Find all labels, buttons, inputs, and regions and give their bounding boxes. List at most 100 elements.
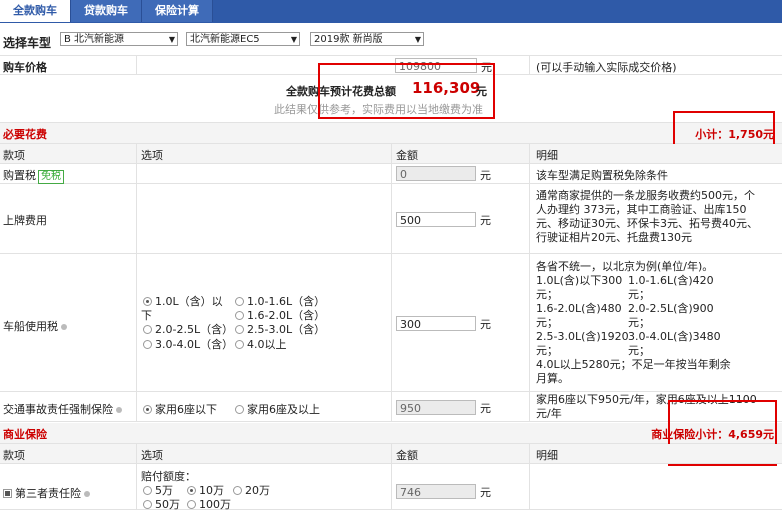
radio-icon <box>143 485 152 495</box>
radio-label: 50万 <box>155 498 180 511</box>
third-party-label: 第三者责任险 <box>15 487 81 500</box>
purchase-tax-input[interactable]: 0 <box>396 166 476 181</box>
purchase-tax-unit: 元 <box>480 169 491 182</box>
col-header-detail: 明细 <box>530 144 782 164</box>
price-label-cell: 购车价格 <box>0 55 137 75</box>
help-icon[interactable] <box>61 324 67 330</box>
third-party-input[interactable]: 746 <box>396 484 476 499</box>
plate-detail-line: 通常商家提供的一条龙服务收费约500元，个 <box>536 189 755 202</box>
purchase-tax-amount-cell: 0 元 <box>392 164 530 184</box>
radio-label: 3.0-4.0L（含） <box>155 338 234 351</box>
commercial-title: 商业保险 <box>3 428 47 441</box>
radio-label: 2.0-2.5L（含） <box>155 323 234 336</box>
vessel-tax-input[interactable]: 300 <box>396 316 476 331</box>
price-note: (可以手动输入实际成交价格) <box>536 61 677 74</box>
radio-label: 1.0L（含）以 <box>155 295 223 308</box>
plate-amount-cell: 500 元 <box>392 184 530 254</box>
third-party-label-cell: 第三者责任险 <box>0 464 137 510</box>
third-party-option-cell: 赔付额度： 5万 10万 20万 50万 100万 <box>137 464 392 511</box>
purchase-tax-detail-cell: 该车型满足购置税免除条件 <box>530 164 782 184</box>
col-header-amount-label: 金额 <box>396 149 418 162</box>
compulsory-input[interactable]: 950 <box>396 400 476 415</box>
brand-select[interactable]: B 北汽新能源 ▼ <box>60 32 178 46</box>
radio-option[interactable]: 5万 <box>143 484 173 498</box>
series-select-value: 北汽新能源EC5 <box>190 34 260 45</box>
col-header-option-label: 选项 <box>141 449 163 462</box>
compulsory-option-cell: 家用6座以下 家用6座及以上 <box>137 392 392 422</box>
third-party-amount-cell: 746 元 <box>392 464 530 510</box>
radio-selected-icon <box>143 296 152 306</box>
col-header-detail-label: 明细 <box>536 449 558 462</box>
radio-option[interactable]: 1.0L（含）以 <box>143 295 223 309</box>
vessel-tax-unit: 元 <box>480 318 491 331</box>
model-select-value: 2019款 新尚版 <box>314 34 383 45</box>
vessel-tax-detail-line: 元； <box>628 344 650 357</box>
vessel-tax-detail-line: 3.0-4.0L(含)3480 <box>628 330 721 343</box>
required-section-header: 必要花费 小计：1,750元 <box>0 123 782 144</box>
vessel-tax-detail-line: 元； <box>536 288 558 301</box>
plate-label-cell: 上牌费用 <box>0 184 137 254</box>
help-icon[interactable] <box>84 491 90 497</box>
col-header-item: 款项 <box>0 144 137 164</box>
col-header-item-label: 款项 <box>3 149 25 162</box>
radio-label: 10万 <box>199 484 224 497</box>
required-title: 必要花费 <box>3 128 47 141</box>
radio-option[interactable]: 20万 <box>233 484 270 498</box>
chevron-down-icon: ▼ <box>168 35 175 44</box>
brand-select-value: B 北汽新能源 <box>64 34 125 45</box>
model-select[interactable]: 2019款 新尚版 ▼ <box>310 32 424 46</box>
radio-option[interactable]: 1.6-2.0L（含） <box>235 309 325 323</box>
third-party-detail-cell <box>530 464 782 510</box>
radio-label: 家用6座以下 <box>155 403 217 416</box>
radio-label: 4.0以上 <box>247 338 287 351</box>
plate-detail-cell: 通常商家提供的一条龙服务收费约500元，个 人办理约 373元，其中工商验证、出… <box>530 184 782 254</box>
plate-fee-input[interactable]: 500 <box>396 212 476 227</box>
plate-option-cell <box>137 184 392 254</box>
radio-option[interactable]: 10万 <box>187 484 224 498</box>
tab-loan[interactable]: 贷款购车 <box>71 0 142 22</box>
vessel-tax-amount-cell: 300 元 <box>392 254 530 392</box>
compulsory-unit: 元 <box>480 402 491 415</box>
plate-detail-line: 人办理约 373元，其中工商验证、出库150 <box>536 203 747 216</box>
radio-option[interactable]: 家用6座及以上 <box>235 401 320 417</box>
limit-label: 赔付额度： <box>141 470 196 483</box>
vessel-tax-option-cell: 1.0L（含）以 下 1.0-1.6L（含） 1.6-2.0L（含） 2.0-2… <box>137 254 392 392</box>
vessel-tax-detail-line: 4.0L以上5280元；不足一年按当年剩余 <box>536 358 731 371</box>
chevron-down-icon: ▼ <box>414 35 421 44</box>
compulsory-label-cell: 交通事故责任强制保险 <box>0 392 137 422</box>
radio-option[interactable]: 家用6座以下 <box>143 401 217 417</box>
radio-option[interactable]: 2.5-3.0L（含） <box>235 323 325 337</box>
vessel-tax-label: 车船使用税 <box>3 320 58 333</box>
purchase-tax-label: 购置税 <box>3 169 36 182</box>
plate-detail-line: 元、移动证30元、环保卡3元、拓号费40元、 <box>536 217 758 230</box>
compulsory-amount-cell: 950 元 <box>392 392 530 422</box>
tab-full-payment[interactable]: 全款购车 <box>0 0 71 22</box>
radio-icon <box>233 485 242 495</box>
col-header-detail-label: 明细 <box>536 149 558 162</box>
col-header-option-label: 选项 <box>141 149 163 162</box>
radio-label: 2.5-3.0L（含） <box>247 323 326 336</box>
plate-detail-line: 行驶证相片20元、托盘费130元 <box>536 231 692 244</box>
highlight-box-total <box>318 63 495 119</box>
series-select[interactable]: 北汽新能源EC5 ▼ <box>186 32 300 46</box>
col-header-item: 款项 <box>0 444 137 464</box>
col-header-amount-label: 金额 <box>396 449 418 462</box>
radio-icon <box>143 499 152 509</box>
vessel-tax-detail-cell: 各省不统一，以北京为例(单位/年)。 1.0L(含)以下300 元； 1.0-1… <box>530 254 782 392</box>
tab-insurance-calc[interactable]: 保险计算 <box>142 0 213 22</box>
radio-option[interactable]: 4.0以上 <box>235 338 287 352</box>
col-header-amount: 金额 <box>392 444 530 464</box>
radio-label: 1.6-2.0L（含） <box>247 309 326 322</box>
radio-label: 20万 <box>245 484 270 497</box>
vessel-tax-detail-line: 1.0L(含)以下300 <box>536 274 623 287</box>
radio-icon <box>235 324 244 334</box>
radio-option[interactable]: 1.0-1.6L（含） <box>235 295 325 309</box>
chevron-down-icon: ▼ <box>290 35 297 44</box>
checkbox-checked-icon[interactable] <box>3 488 12 498</box>
tab-bar: 全款购车 贷款购车 保险计算 <box>0 0 782 23</box>
radio-option[interactable]: 3.0-4.0L（含） <box>143 338 233 352</box>
help-icon[interactable] <box>116 407 122 413</box>
radio-icon <box>143 324 152 334</box>
radio-selected-icon <box>187 485 196 495</box>
radio-option[interactable]: 2.0-2.5L（含） <box>143 323 233 337</box>
